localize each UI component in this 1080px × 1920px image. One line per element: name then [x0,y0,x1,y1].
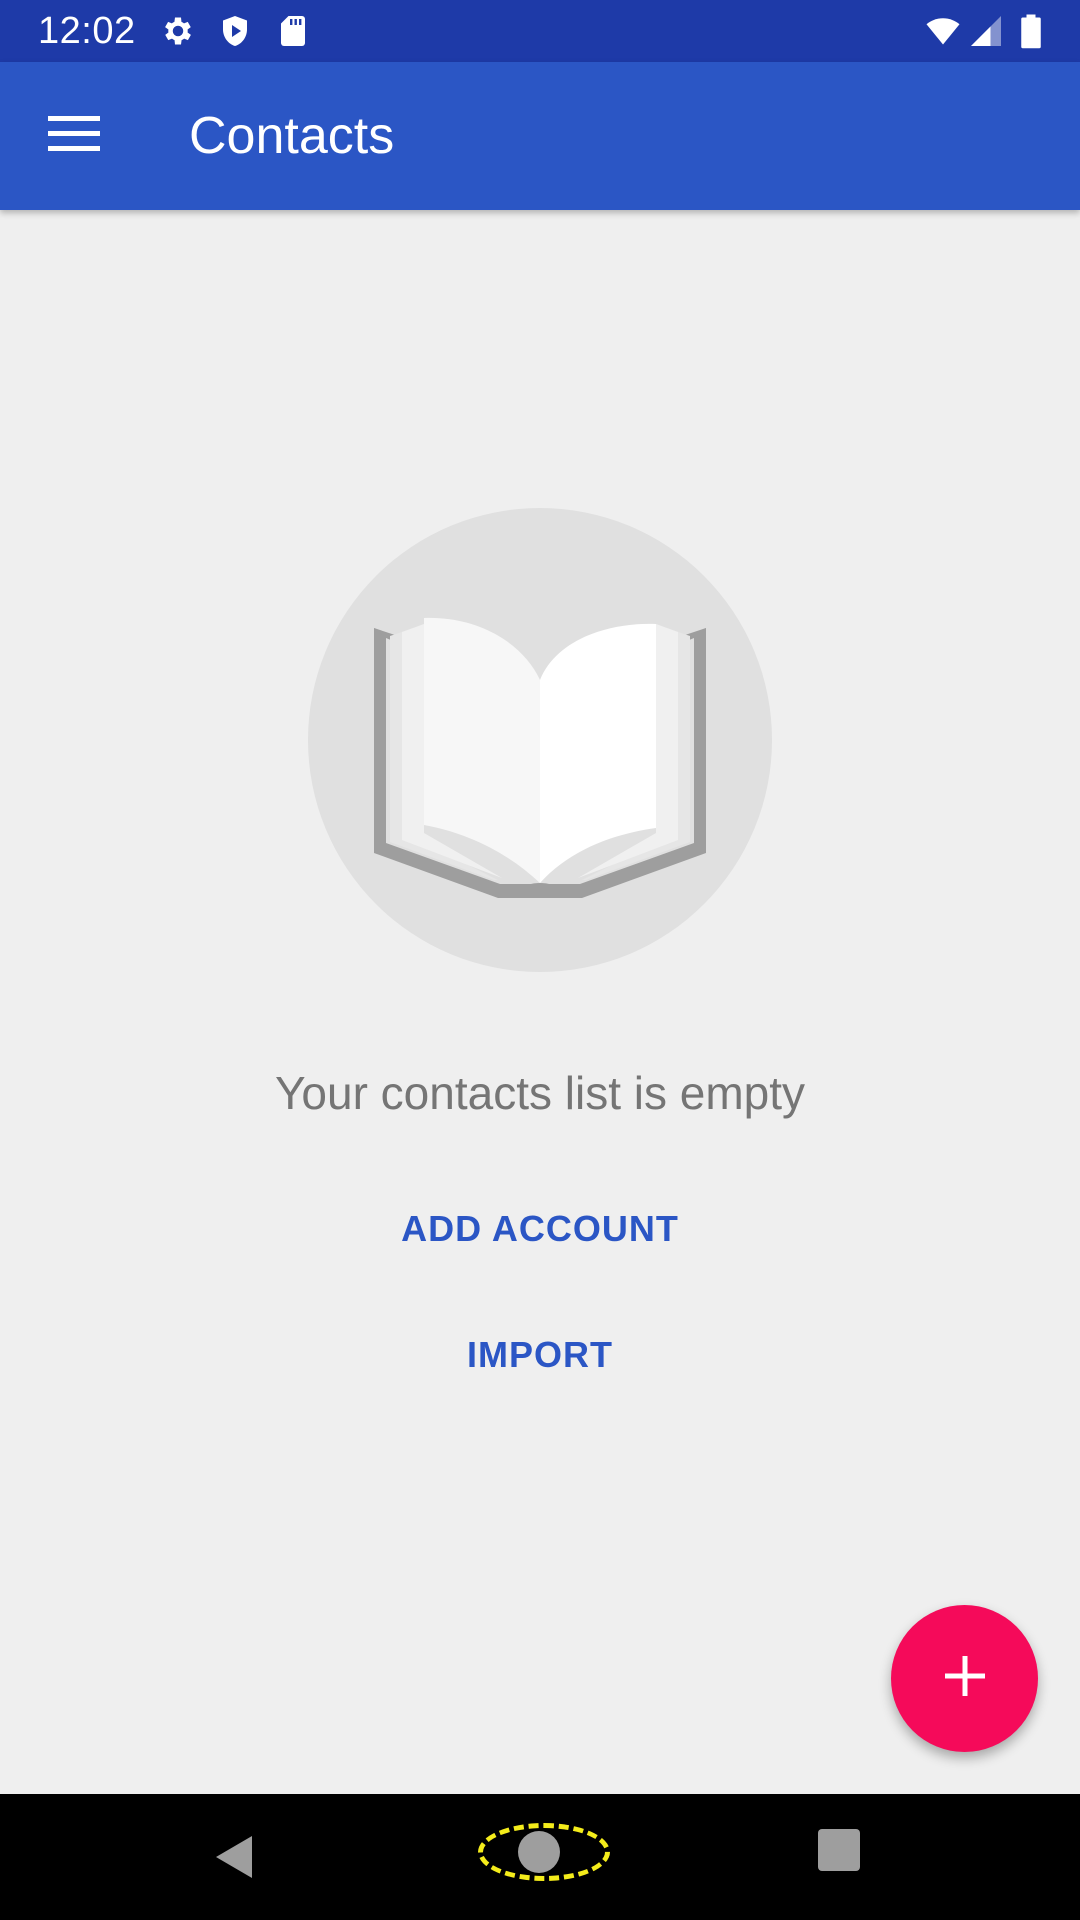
add-contact-fab[interactable] [891,1605,1038,1752]
recents-button[interactable] [818,1829,860,1871]
home-button[interactable] [518,1831,560,1873]
cell-signal-icon [968,13,1004,49]
shield-icon [217,13,253,49]
status-bar: 12:02 [0,0,1080,62]
status-time: 12:02 [38,10,136,52]
empty-state-illustration [308,508,772,972]
back-triangle-icon [216,1836,252,1878]
plus-icon [944,1656,985,1701]
app-title: Contacts [189,107,395,165]
empty-state-message: Your contacts list is empty [274,1067,806,1119]
hamburger-menu-icon [48,114,100,159]
gear-icon [160,13,196,49]
sd-card-icon [275,13,311,49]
menu-button[interactable] [28,90,120,182]
wifi-icon [922,13,964,49]
app-bar: Contacts [0,62,1080,210]
add-account-button[interactable]: ADD ACCOUNT [340,1181,740,1277]
navigation-bar [0,1794,1080,1920]
battery-icon [1016,13,1046,49]
open-book-icon [374,617,706,898]
import-button[interactable]: IMPORT [340,1307,740,1403]
back-button[interactable] [212,1834,258,1880]
